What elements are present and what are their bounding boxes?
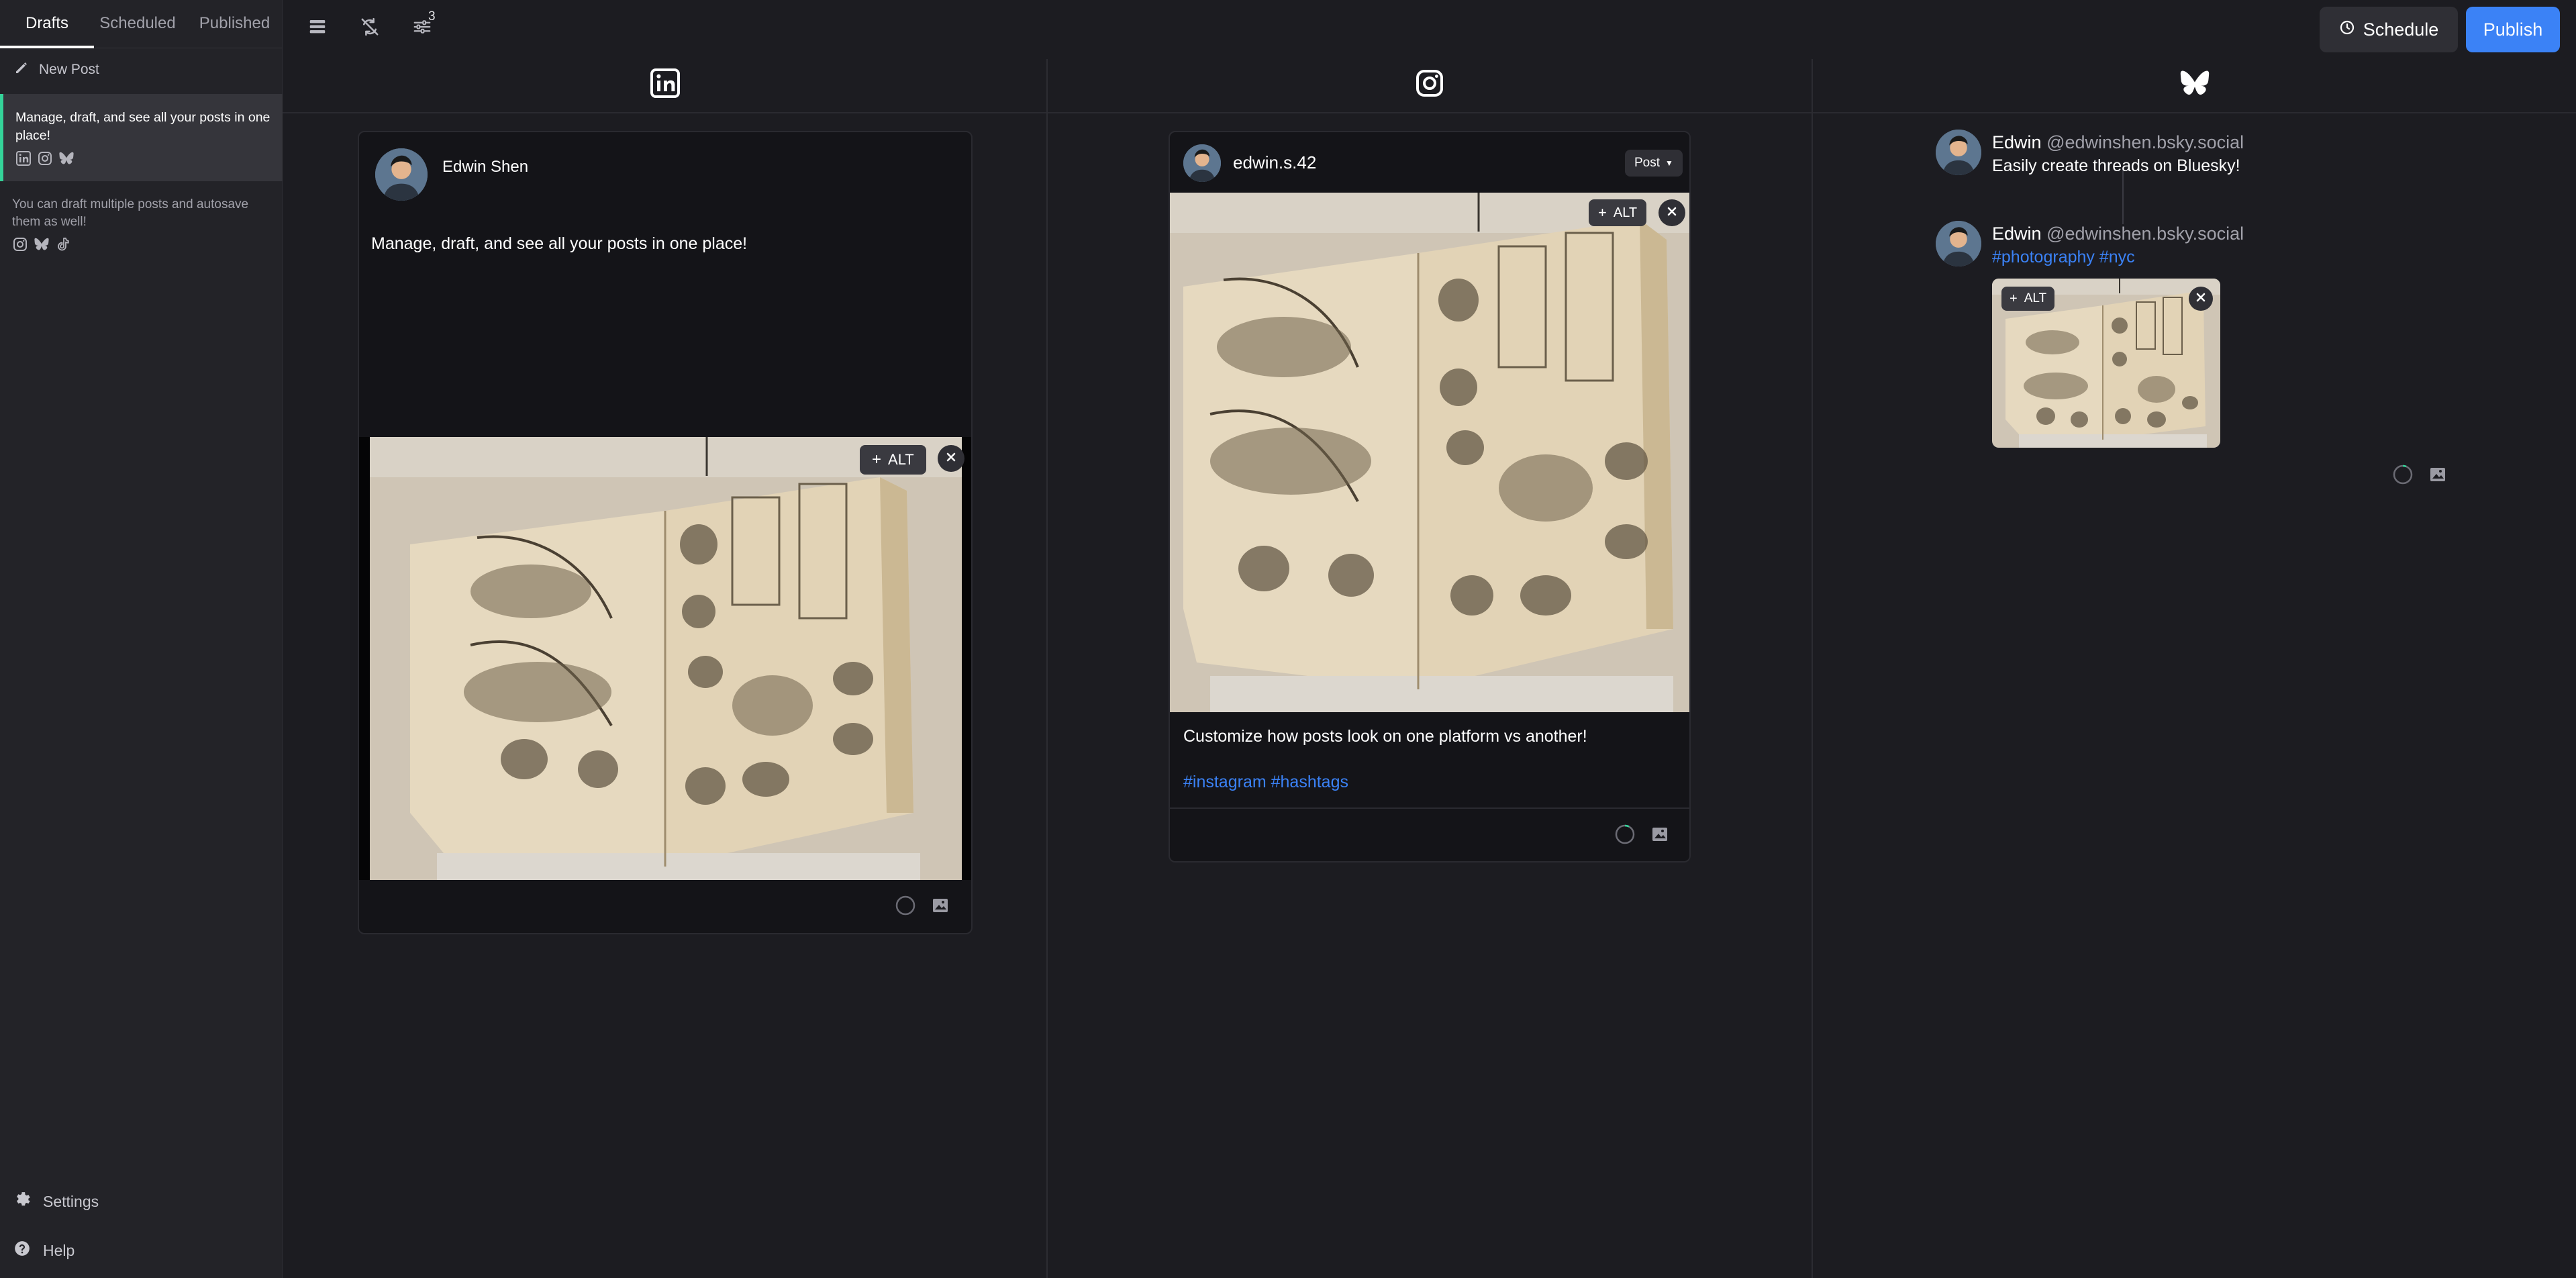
- image-icon: [1649, 828, 1671, 848]
- author-name: Edwin Shen: [442, 158, 529, 176]
- avatar: [1936, 130, 1981, 175]
- linkedin-icon: [15, 150, 32, 170]
- bluesky-column-header: [2179, 67, 2211, 99]
- stack-icon: [307, 17, 328, 40]
- publish-button[interactable]: Publish: [2466, 7, 2560, 52]
- avatar: [1936, 221, 1981, 266]
- image-icon: [930, 899, 951, 919]
- alt-label: ALT: [1613, 205, 1638, 220]
- instagram-icon: [37, 150, 53, 170]
- post-hashtags[interactable]: #instagram #hashtags: [1183, 773, 1348, 792]
- add-image-button[interactable]: [1649, 824, 1671, 845]
- post-image[interactable]: [1170, 193, 1689, 712]
- pencil-icon: [13, 60, 30, 80]
- linkedin-post-card: Edwin Shen Manage, draft, and see all yo…: [358, 131, 973, 934]
- add-alt-text-button[interactable]: + ALT: [860, 445, 926, 475]
- help-icon: [13, 1240, 31, 1261]
- post-hashtags[interactable]: #photography #nyc: [1992, 248, 2135, 267]
- editor-area: 3 Schedule Publish Edwin Shen Manage, dr…: [283, 0, 2576, 1278]
- help-button[interactable]: Help: [13, 1238, 75, 1263]
- add-alt-text-button[interactable]: + ALT: [2001, 287, 2055, 311]
- new-post-label: New Post: [39, 62, 99, 77]
- alt-label: ALT: [888, 451, 914, 468]
- drafts-tab-bar: Drafts Scheduled Published: [0, 0, 283, 48]
- add-image-button[interactable]: [930, 895, 951, 916]
- gear-icon: [13, 1191, 31, 1212]
- settings-button[interactable]: Settings: [13, 1189, 99, 1214]
- add-alt-text-button[interactable]: + ALT: [1589, 199, 1647, 226]
- column-divider: [1046, 59, 1048, 1278]
- schedule-label: Schedule: [2363, 19, 2439, 40]
- column-divider: [1812, 59, 1813, 1278]
- draft-text: You can draft multiple posts and autosav…: [12, 197, 249, 229]
- display-name: Edwin: [1992, 224, 2042, 244]
- instagram-icon: [12, 236, 28, 256]
- avatar: [1183, 144, 1221, 182]
- draft-platforms: [15, 150, 270, 170]
- plus-icon: +: [2010, 291, 2018, 306]
- close-icon: [944, 450, 958, 467]
- bluesky-thread-post: Edwin @edwinshen.bsky.social Easily crea…: [1936, 130, 2540, 190]
- add-image-button[interactable]: [2427, 464, 2448, 485]
- image-icon: [2427, 468, 2448, 488]
- post-text[interactable]: Easily create threads on Bluesky!: [1992, 156, 2240, 176]
- settings-label: Settings: [43, 1192, 99, 1210]
- bluesky-thread-post: Edwin @edwinshen.bsky.social #photograph…: [1936, 221, 2540, 456]
- post-image[interactable]: [370, 437, 962, 880]
- avatar: [375, 148, 428, 201]
- account-handle: edwin.s.42: [1233, 152, 1317, 173]
- chevron-down-icon: ▼: [1665, 158, 1673, 168]
- post-caption[interactable]: Customize how posts look on one platform…: [1183, 727, 1587, 746]
- remove-image-button[interactable]: [2189, 287, 2213, 311]
- remove-image-button[interactable]: [1658, 199, 1685, 226]
- help-label: Help: [43, 1241, 75, 1259]
- clock-icon: [2339, 19, 2355, 40]
- tiktok-icon: [55, 236, 71, 256]
- account-handle: @edwinshen.bsky.social: [2046, 132, 2244, 152]
- schedule-button[interactable]: Schedule: [2320, 7, 2458, 52]
- display-name: Edwin: [1992, 132, 2042, 152]
- character-count-ring: [895, 895, 916, 916]
- bluesky-icon: [34, 236, 50, 256]
- draft-item[interactable]: Manage, draft, and see all your posts in…: [0, 94, 283, 181]
- instagram-post-card: edwin.s.42 Post ▼ + ALT Customize how po…: [1169, 131, 1691, 863]
- post-body[interactable]: Manage, draft, and see all your posts in…: [371, 234, 747, 254]
- layout-stack-button[interactable]: [304, 15, 331, 42]
- bluesky-icon: [58, 150, 75, 170]
- draft-text: Manage, draft, and see all your posts in…: [15, 110, 270, 143]
- plus-icon: +: [1598, 204, 1607, 221]
- account-handle: @edwinshen.bsky.social: [2046, 224, 2244, 244]
- card-divider: [1170, 807, 1689, 809]
- draft-platforms: [12, 236, 270, 256]
- tab-drafts[interactable]: Drafts: [0, 0, 94, 48]
- close-icon: [1665, 205, 1679, 222]
- sidebar: Drafts Scheduled Published New Post Mana…: [0, 0, 283, 1278]
- bluesky-icon: [2179, 70, 2211, 102]
- filter-count-badge: 3: [428, 9, 436, 23]
- draft-item[interactable]: You can draft multiple posts and autosav…: [0, 196, 283, 270]
- instagram-icon: [1414, 70, 1446, 102]
- instagram-column-header: [1414, 67, 1446, 99]
- tab-scheduled[interactable]: Scheduled: [94, 0, 181, 48]
- linkedin-column-header: [649, 67, 681, 99]
- tab-published[interactable]: Published: [189, 0, 280, 48]
- linkedin-icon: [649, 68, 681, 102]
- close-icon: [2194, 291, 2208, 307]
- post-author: Edwin @edwinshen.bsky.social: [1992, 224, 2244, 244]
- alt-label: ALT: [2024, 291, 2047, 305]
- new-post-button[interactable]: New Post: [13, 58, 99, 82]
- column-header-divider: [283, 112, 2576, 113]
- post-type-select[interactable]: Post ▼: [1625, 150, 1683, 177]
- toolbar: 3 Schedule Publish: [283, 0, 2576, 59]
- character-count-ring: [1614, 824, 1636, 845]
- remove-image-button[interactable]: [938, 445, 964, 472]
- sync-off-icon: [360, 17, 380, 40]
- sync-off-button[interactable]: [356, 15, 383, 42]
- plus-icon: +: [872, 450, 882, 469]
- character-count-ring: [2392, 464, 2414, 485]
- post-type-label: Post: [1634, 156, 1661, 170]
- post-author: Edwin @edwinshen.bsky.social: [1992, 132, 2244, 153]
